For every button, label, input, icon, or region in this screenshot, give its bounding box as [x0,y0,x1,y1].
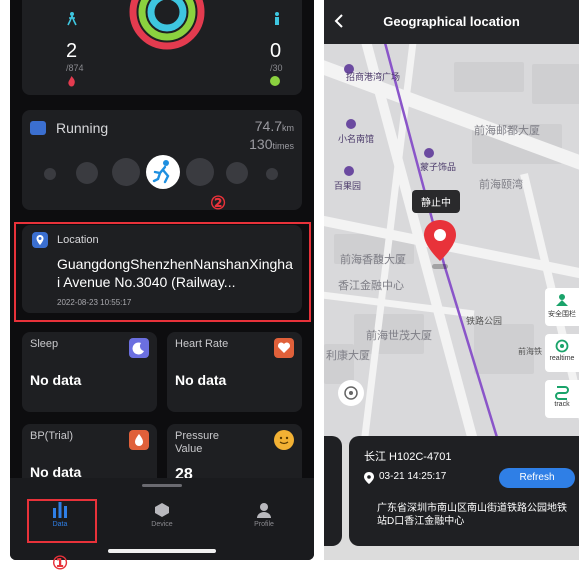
person-icon [257,503,271,518]
running-count: 130times [249,136,294,152]
sport-icon-5[interactable] [186,158,214,186]
standing-icon [275,12,279,25]
sport-icon-1[interactable] [44,168,56,180]
running-image-icon [30,121,46,135]
heart-rate-card[interactable]: Heart Rate No data [167,332,302,412]
device-icon [155,503,169,517]
map-label: 铁路公园 [466,316,503,326]
locate-button[interactable] [338,380,364,406]
marker-shadow [432,264,448,269]
steps-goal: /874 [66,63,84,73]
distance-unit: km [282,123,294,133]
annotation-marker-2: ② [210,193,227,213]
sport-icon-2[interactable] [76,162,98,184]
map-view[interactable]: 前海邮都大厦 前海颐湾 前海香馥大厦 香江金融中心 前海世茂大厦 利康大厦 铁路… [324,44,579,444]
map-label: 前海颐湾 [479,179,523,191]
realtime-button[interactable]: realtime [545,334,579,372]
walk-icon [67,12,77,26]
clock-icon [270,76,280,86]
fence-icon [556,294,568,306]
tab-profile[interactable]: Profile [234,502,294,542]
activity-rings-icon [129,0,205,50]
health-app-screen: 2 /874 0 /30 Running 74.7km 130times ② L… [10,0,314,560]
crosshair-icon [344,386,358,400]
activity-card[interactable]: 2 /874 0 /30 [22,0,302,95]
poi-label: 蒙子饰品 [420,162,457,172]
map-header: Geographical location [324,0,579,44]
running-distance: 74.7km [255,118,294,134]
distance-value: 74.7 [254,118,282,134]
sport-icon-6[interactable] [226,162,248,184]
home-indicator [108,549,216,553]
drag-handle[interactable] [142,484,182,487]
fence-label: 安全围栏 [548,311,576,318]
page-title: Geographical location [383,14,520,29]
poi-label: 招商港湾广场 [346,72,401,82]
annotation-marker-1: ① [52,553,69,573]
track-icon [555,386,569,400]
map-label: 前海香馥大厦 [340,254,406,266]
target-icon [555,339,569,353]
minutes-value: 0 [270,40,282,62]
bottom-tab-bar: Data Device Profile [10,478,314,560]
heart-rate-value: No data [175,372,227,388]
flame-icon [68,76,75,87]
sleep-value: No data [30,372,82,388]
panel-edge [324,436,342,546]
map-label: 香江金融中心 [338,280,404,292]
tab-profile-label: Profile [254,521,274,528]
location-time: 03-21 14:25:17 [379,471,447,482]
moon-icon [129,338,149,358]
sleep-label: Sleep [30,338,59,350]
map-screen: Geographical location 前海邮都大厦 前海颐湾 前海香馥大厦… [324,0,579,560]
map-label: 利康大厦 [326,350,370,362]
running-label: Running [56,120,109,136]
marker-bubble: 静止中 [412,190,460,213]
map-label: 前海邮都大厦 [474,125,540,137]
track-label: track [554,401,570,408]
location-marker-icon[interactable] [422,219,458,263]
device-name: 长江 H102C-4701 [364,451,452,463]
sport-icon-7[interactable] [266,168,278,180]
tab-device-label: Device [151,521,173,528]
count-unit: times [272,141,294,151]
pressure-label: Pressure Value [175,430,220,455]
sport-icon-running-selected[interactable] [146,155,180,189]
panel-address: 广东省深圳市南山区南山街道铁路公园地铁站D口香江金融中心 [377,503,567,527]
tab-device[interactable]: Device [132,502,192,542]
bp-label: BP(Trial) [30,430,73,442]
realtime-label: realtime [549,355,575,362]
sleep-card[interactable]: Sleep No data [22,332,157,412]
sport-icon-3[interactable] [112,158,140,186]
refresh-button[interactable]: Refresh [499,468,575,488]
count-value: 130 [249,136,273,152]
running-icon [152,160,170,184]
poi-label: 小名南馆 [338,134,375,144]
annotation-box-location [14,222,311,322]
poi-label: 百果园 [334,181,362,191]
annotation-box-data-tab [27,499,97,543]
map-label: 前海铁 [518,347,542,356]
poi-icon [424,148,434,158]
fence-button[interactable]: 安全围栏 [545,288,579,326]
steps-value: 2 [66,40,78,62]
poi-icon [344,166,354,176]
time-pin-icon [364,471,374,484]
running-card[interactable]: Running 74.7km 130times [22,110,302,210]
poi-icon [346,119,356,129]
smiley-icon [274,430,294,450]
map-label: 前海世茂大厦 [366,330,432,342]
heart-rate-label: Heart Rate [175,338,229,350]
heart-icon [274,338,294,358]
drop-icon [129,430,149,450]
device-info-panel: 长江 H102C-4701 03-21 14:25:17 Refresh 广东省… [349,436,579,546]
minutes-goal: /30 [270,63,283,73]
track-button[interactable]: track [545,380,579,418]
